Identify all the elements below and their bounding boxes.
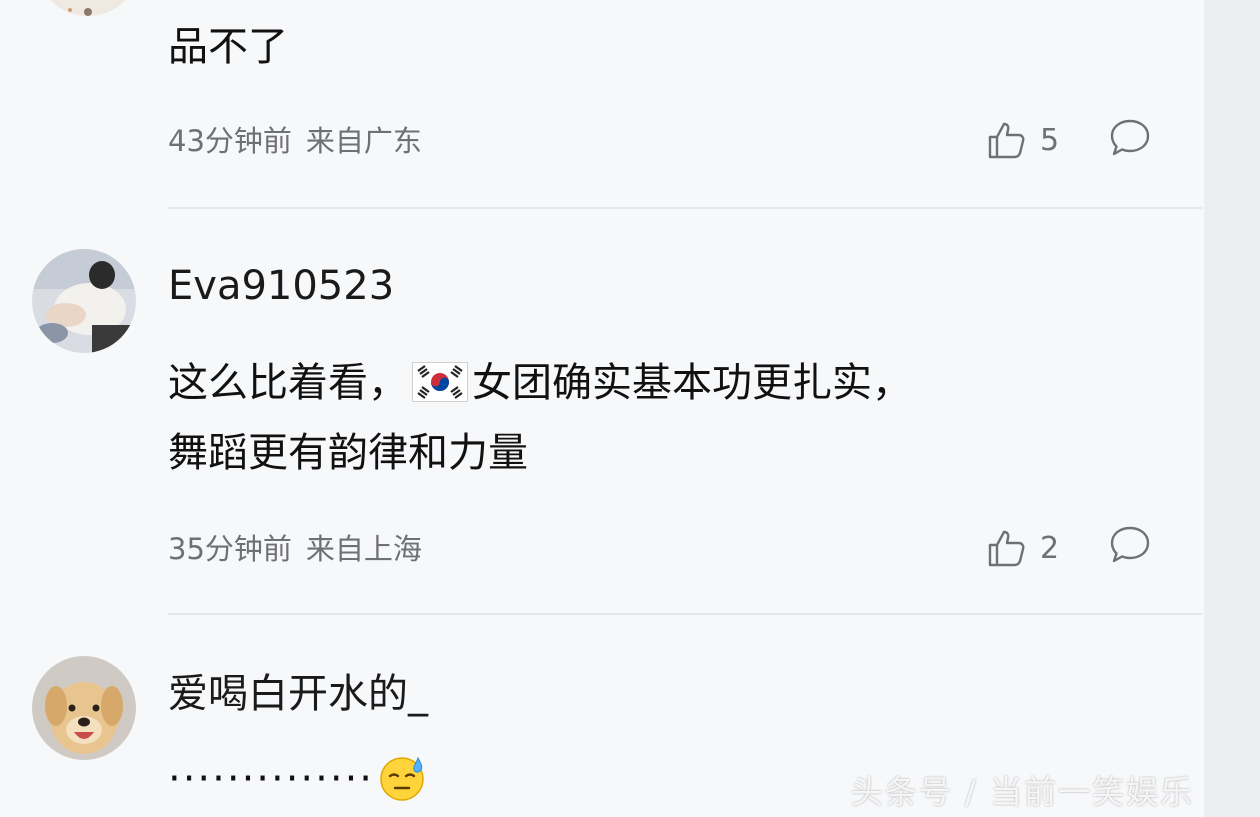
comment-text-part: 这么比着看，: [168, 360, 408, 406]
avatar[interactable]: [32, 656, 136, 760]
avatar-image: [32, 249, 136, 353]
username[interactable]: Eva910523: [168, 262, 394, 310]
like-button[interactable]: 2: [986, 526, 1059, 570]
comment-time: 35分钟前: [168, 532, 292, 566]
username[interactable]: 爱喝白开水的_: [168, 670, 428, 718]
avatar[interactable]: [32, 249, 136, 353]
south-korea-flag-icon: [412, 362, 468, 402]
cold-sweat-emoji-icon: [380, 756, 424, 801]
like-button[interactable]: 5: [986, 118, 1059, 162]
avatar[interactable]: [36, 0, 140, 16]
comment-bubble-icon: [1110, 526, 1150, 563]
avatar-image: [36, 0, 140, 16]
comment-meta: 35分钟前 来自上海: [168, 526, 422, 568]
thumbs-up-icon: [988, 122, 1025, 159]
comment-location: 来自上海: [305, 532, 422, 566]
comment-feed: 品不了 43分钟前 来自广东 5 Eva910523 这么比着看， 女团确实基本…: [0, 0, 1204, 817]
like-count: 2: [1040, 530, 1060, 566]
reply-button[interactable]: [1108, 116, 1152, 160]
watermark: 头条号 / 当前一笑娱乐: [850, 773, 1194, 811]
divider: [168, 207, 1202, 209]
comment-text: 这么比着看， 女团确实基本功更扎实， 舞蹈更有韵律和力量: [168, 348, 1178, 488]
comment-time: 43分钟前: [168, 124, 292, 158]
comment-text-line: 舞蹈更有韵律和力量: [168, 430, 528, 476]
like-count: 5: [1040, 122, 1060, 158]
thumbs-up-icon: [988, 530, 1025, 567]
dog-avatar-image: [32, 656, 136, 760]
scrollbar-track[interactable]: [1204, 0, 1260, 817]
reply-button[interactable]: [1108, 523, 1152, 567]
divider: [168, 613, 1202, 615]
comment-text-part: ··············: [168, 756, 375, 802]
comment-meta: 43分钟前 来自广东: [168, 118, 422, 160]
comment-text-part: 女团确实基本功更扎实，: [472, 360, 912, 406]
comment-text: ··············: [168, 744, 426, 814]
comment-location: 来自广东: [305, 124, 422, 158]
comment-bubble-icon: [1110, 119, 1150, 156]
comment-text: 品不了: [168, 24, 288, 70]
